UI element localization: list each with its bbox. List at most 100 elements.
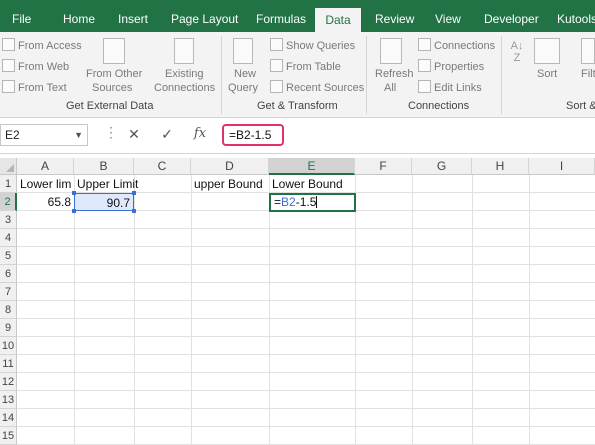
from-web-button[interactable]: From Web (2, 59, 69, 73)
gridline (17, 282, 595, 283)
gridline (17, 408, 595, 409)
ribbon-data: From Access From Web From Text From Othe… (0, 32, 595, 118)
select-all-button[interactable] (0, 158, 17, 175)
group-label-get-transform: Get & Transform (257, 100, 338, 112)
text-file-icon (2, 80, 15, 93)
row-header-12[interactable]: 12 (0, 373, 17, 391)
other-sources-icon (103, 38, 125, 64)
connections-button[interactable]: Connections (418, 38, 495, 52)
row-header-11[interactable]: 11 (0, 355, 17, 373)
tab-page-layout[interactable]: Page Layout (171, 0, 238, 32)
show-queries-button[interactable]: Show Queries (270, 38, 355, 52)
worksheet-grid[interactable]: A B C D E F G H I 1 2 3 4 5 6 7 8 9 10 1… (0, 158, 595, 445)
refresh-icon (380, 38, 402, 64)
formula-input[interactable]: =B2-1.5 (222, 124, 284, 146)
cancel-icon[interactable]: ✕ (126, 126, 142, 143)
gridline (472, 175, 473, 445)
group-label-sort-filter: Sort & (566, 100, 595, 112)
group-label-get-external-data: Get External Data (66, 100, 154, 112)
reference-handle[interactable] (132, 209, 136, 213)
tab-review[interactable]: Review (375, 0, 414, 32)
tab-kutools[interactable]: Kutools (557, 0, 595, 32)
column-header-c[interactable]: C (134, 158, 191, 175)
row-header-7[interactable]: 7 (0, 283, 17, 301)
tab-formulas[interactable]: Formulas (256, 0, 306, 32)
column-header-f[interactable]: F (355, 158, 412, 175)
select-all-triangle-icon (6, 164, 14, 172)
reference-handle[interactable] (132, 191, 136, 195)
sort-az-button[interactable]: A↓ Z (510, 40, 524, 80)
row-header-2[interactable]: 2 (0, 193, 17, 211)
row-header-3[interactable]: 3 (0, 211, 17, 229)
gridline (134, 175, 135, 445)
row-header-5[interactable]: 5 (0, 247, 17, 265)
gridline (17, 390, 595, 391)
table-icon (270, 59, 283, 72)
column-header-g[interactable]: G (412, 158, 472, 175)
gridline (17, 426, 595, 427)
group-separator (366, 36, 367, 114)
cell-b2[interactable]: 90.7 (74, 193, 134, 211)
row-header-10[interactable]: 10 (0, 337, 17, 355)
drag-handle-icon[interactable]: ⋮ (103, 124, 119, 141)
tab-developer[interactable]: Developer (484, 0, 539, 32)
gridline (17, 354, 595, 355)
name-box[interactable]: E2 ▼ (0, 124, 88, 146)
column-header-h[interactable]: H (472, 158, 529, 175)
tab-insert[interactable]: Insert (118, 0, 148, 32)
ribbon-tab-bar: File Home Insert Page Layout Formulas Da… (0, 0, 595, 32)
gridline (17, 336, 595, 337)
tab-data[interactable]: Data (315, 8, 361, 32)
properties-button[interactable]: Properties (418, 59, 484, 73)
tab-home[interactable]: Home (63, 0, 95, 32)
column-header-a[interactable]: A (17, 158, 74, 175)
gridline (269, 175, 270, 445)
insert-function-icon[interactable]: fx (192, 126, 208, 141)
from-table-button[interactable]: From Table (270, 59, 341, 73)
column-header-i[interactable]: I (529, 158, 595, 175)
column-header-e[interactable]: E (269, 158, 355, 175)
enter-icon[interactable]: ✓ (159, 126, 175, 143)
row-header-4[interactable]: 4 (0, 229, 17, 247)
edit-links-icon (418, 80, 431, 93)
gridline (529, 175, 530, 445)
gridline (74, 175, 75, 445)
row-header-14[interactable]: 14 (0, 409, 17, 427)
column-header-b[interactable]: B (74, 158, 134, 175)
row-header-15[interactable]: 15 (0, 427, 17, 445)
recent-sources-button[interactable]: Recent Sources (270, 80, 364, 94)
reference-handle[interactable] (72, 209, 76, 213)
gridline (355, 175, 356, 445)
from-text-button[interactable]: From Text (2, 80, 67, 94)
cell-a2[interactable]: 65.8 (17, 193, 74, 211)
gridline (17, 228, 595, 229)
group-separator (501, 36, 502, 114)
chevron-down-icon: ▼ (74, 130, 83, 140)
from-access-button[interactable]: From Access (2, 38, 82, 52)
row-header-9[interactable]: 9 (0, 319, 17, 337)
filter-icon (581, 38, 595, 64)
group-separator (221, 36, 222, 114)
cell-e1[interactable]: Lower Bound (269, 175, 355, 193)
existing-connections-icon (174, 38, 194, 64)
web-icon (2, 59, 15, 72)
tab-file[interactable]: File (12, 0, 31, 32)
edit-links-button[interactable]: Edit Links (418, 80, 482, 94)
row-header-1[interactable]: 1 (0, 175, 17, 193)
cell-a1[interactable]: Lower lim (17, 175, 74, 193)
cell-e2[interactable]: =B2-1.5 (269, 193, 356, 212)
row-header-6[interactable]: 6 (0, 265, 17, 283)
gridline (17, 372, 595, 373)
sort-ascending-icon: A↓ Z (510, 40, 524, 64)
sort-icon (534, 38, 560, 64)
reference-handle[interactable] (72, 191, 76, 195)
cell-d1[interactable]: upper Bound (191, 175, 269, 193)
text-caret (316, 196, 318, 208)
formula-bar: E2 ▼ ⋮ ✕ ✓ fx =B2-1.5 (0, 118, 595, 154)
column-header-d[interactable]: D (191, 158, 269, 175)
row-header-13[interactable]: 13 (0, 391, 17, 409)
tab-view[interactable]: View (435, 0, 461, 32)
show-queries-icon (270, 38, 283, 51)
gridline (412, 175, 413, 445)
row-header-8[interactable]: 8 (0, 301, 17, 319)
